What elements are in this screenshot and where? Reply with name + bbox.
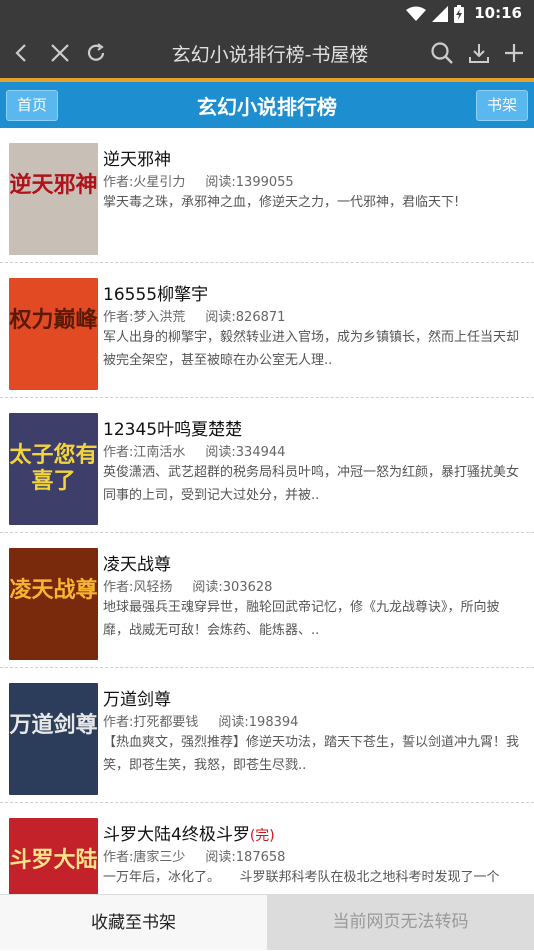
download-button[interactable] [466, 40, 492, 66]
list-item[interactable]: 斗罗大陆 斗罗大陆4终极斗罗(完) 作者:唐家三少 阅读:187658 一万年后，… [0, 803, 534, 894]
book-description: 地球最强兵王魂穿异世，融轮回武帝记忆，修《九龙战尊诀》，所向披靡，战威无可敌！会… [103, 600, 500, 638]
refresh-button[interactable] [83, 40, 109, 66]
list-item[interactable]: 太子您有喜了 12345叶鸣夏楚楚 作者:江南活水 阅读:334944 英俊潇洒、… [0, 398, 534, 533]
back-arrow-icon [15, 44, 26, 62]
book-list: 逆天邪神 逆天邪神 作者:火星引力 阅读:1399055 掌天毒之珠，承邪神之血，… [0, 128, 534, 894]
book-cover[interactable]: 斗罗大陆 [9, 818, 98, 894]
status-icons [406, 5, 464, 23]
bookshelf-button[interactable]: 书架 [475, 90, 528, 121]
refresh-icon [87, 43, 105, 61]
book-description: 一万年后，冰化了。 斗罗联邦科考队在极北之地科考时发现了一个 [103, 870, 500, 885]
page-title: 玄幻小说排行榜 [197, 95, 337, 119]
back-button[interactable] [8, 40, 34, 66]
author: 作者:梦入洪荒 [103, 310, 186, 325]
plus-icon [505, 44, 523, 62]
book-description: 【热血爽文，强烈推荐】修逆天功法，踏天下苍生，誓以剑道冲九霄！我笑，即苍生笑，我… [103, 735, 520, 773]
book-description: 英俊潇洒、武艺超群的税务局科员叶鸣，冲冠一怒为红颜，暴打骚扰美女同事的上司，受到… [103, 465, 520, 503]
book-meta: 作者:唐家三少 阅读:187658 [103, 846, 285, 865]
book-title[interactable]: 斗罗大陆4终极斗罗(完) [103, 820, 275, 845]
list-item[interactable]: 万道剑尊 万道剑尊 作者:打死都要钱 阅读:198394 【热血爽文，强烈推荐】修… [0, 668, 534, 803]
book-meta: 作者:梦入洪荒 阅读:826871 [103, 306, 285, 325]
cover-title: 逆天邪神 [9, 173, 98, 198]
book-title[interactable]: 16555柳擎宇 [103, 280, 208, 305]
book-title[interactable]: 凌天战尊 [103, 550, 171, 575]
book-cover[interactable]: 权力巅峰 [9, 278, 98, 390]
signal-icon [432, 6, 448, 22]
book-cover[interactable]: 凌天战尊 [9, 548, 98, 660]
read-count: 阅读:334944 [205, 445, 286, 460]
bottom-bar: 收藏至书架 当前网页无法转码 [0, 894, 534, 950]
list-item[interactable]: 权力巅峰 16555柳擎宇 作者:梦入洪荒 阅读:826871 军人出身的柳擎宇，… [0, 263, 534, 398]
transcode-status: 当前网页无法转码 [267, 894, 534, 950]
book-title[interactable]: 逆天邪神 [103, 145, 171, 170]
book-meta: 作者:火星引力 阅读:1399055 [103, 171, 294, 190]
list-item[interactable]: 逆天邪神 逆天邪神 作者:火星引力 阅读:1399055 掌天毒之珠，承邪神之血，… [0, 128, 534, 263]
add-to-bookshelf-button[interactable]: 收藏至书架 [0, 894, 267, 950]
search-button[interactable] [429, 40, 455, 66]
browser-toolbar: 玄幻小说排行榜-书屋楼 [0, 28, 534, 78]
author: 作者:唐家三少 [103, 850, 186, 865]
book-meta: 作者:打死都要钱 阅读:198394 [103, 711, 298, 730]
author: 作者:江南活水 [103, 445, 186, 460]
download-icon [469, 44, 489, 63]
list-item[interactable]: 凌天战尊 凌天战尊 作者:风轻扬 阅读:303628 地球最强兵王魂穿异世，融轮回… [0, 533, 534, 668]
site-header: 首页 玄幻小说排行榜 书架 [0, 82, 534, 128]
book-cover[interactable]: 万道剑尊 [9, 683, 98, 795]
cover-title: 凌天战尊 [9, 578, 98, 603]
clock: 10:16 [474, 4, 522, 22]
close-icon [51, 44, 69, 62]
wifi-icon [406, 6, 426, 21]
book-description: 掌天毒之珠，承邪神之血，修逆天之力，一代邪神，君临天下! [103, 195, 460, 210]
battery-icon [454, 5, 464, 23]
book-title[interactable]: 万道剑尊 [103, 685, 171, 710]
author: 作者:打死都要钱 [103, 715, 199, 730]
read-count: 阅读:826871 [205, 310, 286, 325]
book-meta: 作者:江南活水 阅读:334944 [103, 441, 285, 460]
new-tab-button[interactable] [501, 40, 527, 66]
search-icon [431, 42, 453, 64]
cover-title: 斗罗大陆 [9, 848, 98, 873]
cover-title: 权力巅峰 [9, 308, 98, 333]
author: 作者:火星引力 [103, 175, 186, 190]
read-count: 阅读:303628 [192, 580, 273, 595]
book-description: 军人出身的柳擎宇，毅然转业进入官场，成为乡镇镇长，然而上任当天却被完全架空，甚至… [103, 330, 520, 368]
read-count: 阅读:187658 [205, 850, 286, 865]
book-meta: 作者:风轻扬 阅读:303628 [103, 576, 272, 595]
close-button[interactable] [47, 40, 73, 66]
status-bar: 10:16 [0, 0, 534, 28]
book-title[interactable]: 12345叶鸣夏楚楚 [103, 415, 242, 440]
book-cover[interactable]: 太子您有喜了 [9, 413, 98, 525]
book-cover[interactable]: 逆天邪神 [9, 143, 98, 255]
read-count: 阅读:1399055 [205, 175, 294, 190]
cover-title: 万道剑尊 [9, 713, 98, 738]
browser-title: 玄幻小说排行榜-书屋楼 [171, 44, 369, 66]
read-count: 阅读:198394 [218, 715, 299, 730]
cover-title: 太子您有喜了 [9, 443, 98, 494]
author: 作者:风轻扬 [103, 580, 173, 595]
